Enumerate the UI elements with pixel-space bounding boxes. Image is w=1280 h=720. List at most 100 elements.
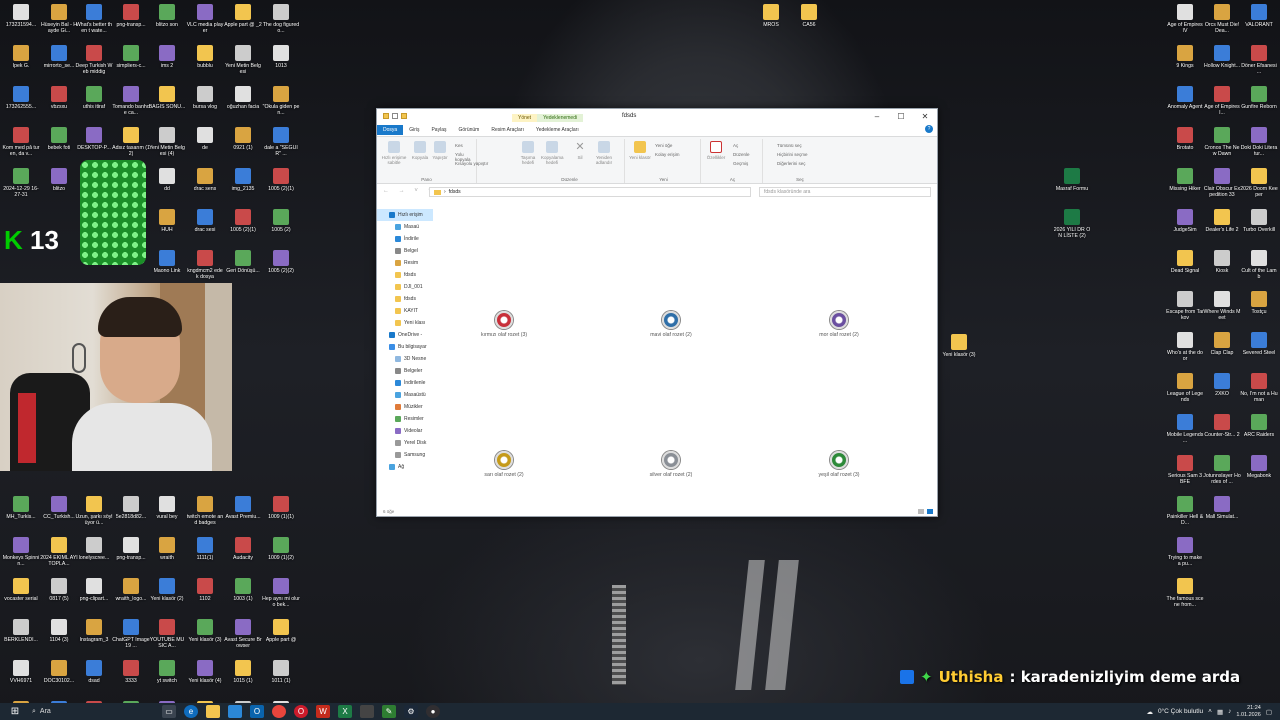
- desktop-icon[interactable]: CA56: [790, 2, 828, 43]
- title-bar[interactable]: Yönet Yedeklenemedi fdsds – ☐ ✕: [377, 109, 937, 123]
- desktop-icon[interactable]: Cult of the Lamb: [1240, 248, 1278, 289]
- nav-item[interactable]: Masaüstü: [377, 389, 433, 401]
- desktop-icon[interactable]: Mall Simulat...: [1203, 494, 1241, 535]
- desktop-icon[interactable]: JudgeSim: [1166, 207, 1204, 248]
- desktop-icon[interactable]: Instagram_3: [75, 617, 113, 658]
- file-item[interactable]: mor olaf rozet (2): [799, 311, 879, 338]
- desktop-icon[interactable]: Turbo Overkill: [1240, 207, 1278, 248]
- desktop-icon[interactable]: 1102: [186, 576, 224, 617]
- desktop-icon[interactable]: 1009 (1)(2): [262, 535, 300, 576]
- desktop-icon[interactable]: yt switch: [148, 658, 186, 699]
- desktop-icon[interactable]: Deep Turkish Web middig: [75, 43, 113, 84]
- desktop-icon[interactable]: 0921 (1): [224, 125, 262, 166]
- context-tab-manage[interactable]: Yönet: [512, 114, 538, 122]
- nav-item[interactable]: Yerel Disk: [377, 437, 433, 449]
- desktop-icon[interactable]: Audacity: [224, 535, 262, 576]
- desktop-icon[interactable]: Kom med på turen, da v...: [2, 125, 40, 166]
- desktop-icon[interactable]: Tostçu: [1240, 289, 1278, 330]
- pen-icon[interactable]: ✎: [382, 705, 396, 718]
- desktop-icon[interactable]: "Okula giden pen...: [262, 84, 300, 125]
- desktop-icon[interactable]: png-transp...: [112, 535, 150, 576]
- desktop-icon[interactable]: Hep aynı mi olur o bek...: [262, 576, 300, 617]
- desktop-icon[interactable]: dsad: [75, 658, 113, 699]
- store-icon[interactable]: [228, 705, 242, 718]
- desktop-icon[interactable]: Avast Secure Browser: [224, 617, 262, 658]
- desktop-icon[interactable]: CC_Turkish...: [40, 494, 78, 535]
- desktop-icon[interactable]: Who's at the door: [1166, 330, 1204, 371]
- desktop-icon[interactable]: Anomaly Agent: [1166, 84, 1204, 125]
- desktop-icon[interactable]: 1104 (3): [40, 617, 78, 658]
- desktop-icon[interactable]: Doki Doki Literatur...: [1240, 125, 1278, 166]
- desktop-icon[interactable]: drac sens: [186, 166, 224, 207]
- desktop-icon[interactable]: blitzo: [40, 166, 78, 207]
- tab-backup-tools[interactable]: Yedekleme Araçları: [530, 125, 585, 135]
- desktop-icon[interactable]: bebek foti: [40, 125, 78, 166]
- copy-button[interactable]: Kopyala: [409, 141, 431, 160]
- desktop-icon[interactable]: twitch emote and badges: [186, 494, 224, 535]
- new-folder-button[interactable]: Yeni klasör: [629, 141, 651, 160]
- desktop-icon[interactable]: de: [186, 125, 224, 166]
- desktop-icon[interactable]: vural bey: [148, 494, 186, 535]
- nav-item[interactable]: fdsds: [377, 269, 433, 281]
- desktop-icon[interactable]: Hollow Knight...: [1203, 43, 1241, 84]
- desktop-icon[interactable]: Where Winds Meet: [1203, 289, 1241, 330]
- nav-item[interactable]: Hızlı erişim: [377, 209, 433, 221]
- desktop-icon[interactable]: The famous scene from...: [1166, 576, 1204, 617]
- desktop-icon[interactable]: 1015 (1): [224, 658, 262, 699]
- taskbar-search[interactable]: ⌕ Ara: [32, 708, 142, 716]
- desktop-icon[interactable]: ims 2: [148, 43, 186, 84]
- desktop-icon[interactable]: simpliers-c...: [112, 43, 150, 84]
- desktop-icon[interactable]: Painkiller Hell & D...: [1166, 494, 1204, 535]
- new-item-button[interactable]: Yeni öğe: [655, 143, 672, 148]
- opera-icon[interactable]: O: [294, 705, 308, 718]
- desktop-icon[interactable]: png-clipart...: [75, 576, 113, 617]
- desktop-icon[interactable]: Jotunnslayer Hordes of ...: [1203, 453, 1241, 494]
- desktop-icon[interactable]: Uzun, şarkı söylüyor ü...: [75, 494, 113, 535]
- desktop-icon[interactable]: Severed Steel: [1240, 330, 1278, 371]
- nav-item[interactable]: İndirile: [377, 233, 433, 245]
- desktop-icon[interactable]: YOUTUBE MUSIC A...: [148, 617, 186, 658]
- start-button[interactable]: ⊞: [8, 705, 22, 718]
- desktop-icon[interactable]: Trying to make a pu...: [1166, 535, 1204, 576]
- nav-item[interactable]: Müzikler: [377, 401, 433, 413]
- select-none-button[interactable]: Hiçbirini seçme: [777, 152, 808, 157]
- desktop-icon[interactable]: BAGIS SONU...: [148, 84, 186, 125]
- desktop-icon[interactable]: 5e2818d82...: [112, 494, 150, 535]
- desktop-icon[interactable]: 1005 (2): [262, 207, 300, 248]
- nav-arrows[interactable]: ← → ˅ ↑: [383, 188, 435, 194]
- desktop-icon[interactable]: Serious Sam 3 BFE: [1166, 453, 1204, 494]
- nav-item[interactable]: Yeni klası: [377, 317, 433, 329]
- steam-icon[interactable]: ⚙: [404, 705, 418, 718]
- nav-item[interactable]: 3D Nesne: [377, 353, 433, 365]
- task-view-icon[interactable]: ▭: [162, 705, 176, 718]
- file-item[interactable]: kırmızı olaf rozet (3): [464, 311, 544, 338]
- desktop-icon[interactable]: Mobile Legends ...: [1166, 412, 1204, 453]
- desktop-icon[interactable]: Yeni klasör (3): [186, 617, 224, 658]
- desktop-icon[interactable]: VALORANT: [1240, 2, 1278, 43]
- desktop-icon[interactable]: Dead Signal: [1166, 248, 1204, 289]
- file-explorer-icon[interactable]: [206, 705, 220, 718]
- desktop-icon[interactable]: Masraf Formu: [1053, 166, 1091, 207]
- desktop-icon[interactable]: wraith: [148, 535, 186, 576]
- help-icon[interactable]: ?: [925, 125, 933, 133]
- large-icons-view-icon[interactable]: [927, 509, 933, 514]
- clock[interactable]: 21:24 1.01.2026: [1236, 705, 1260, 718]
- desktop-icon[interactable]: Clair Obscur Expedition 33: [1203, 166, 1241, 207]
- desktop-icon[interactable]: MH_Turkis...: [2, 494, 40, 535]
- desktop-icon[interactable]: 2XKO: [1203, 371, 1241, 412]
- weather-text[interactable]: 0°C Çok bulutlu: [1158, 708, 1203, 715]
- desktop-icon[interactable]: 2026 YILI DR ON LİSTE (2): [1053, 207, 1091, 248]
- desktop-icon[interactable]: mirrorto_se...: [40, 43, 78, 84]
- desktop-icon[interactable]: Cronos The New Dawn: [1203, 125, 1241, 166]
- desktop-icon[interactable]: 3333: [112, 658, 150, 699]
- obs-icon[interactable]: ●: [426, 705, 440, 718]
- nav-item[interactable]: Resim: [377, 257, 433, 269]
- desktop-icon[interactable]: Tomando banho e ca...: [112, 84, 150, 125]
- desktop-icon[interactable]: blitzo son: [148, 2, 186, 43]
- desktop-icon[interactable]: Orcs Must Die! Dea...: [1203, 2, 1241, 43]
- desktop-icon[interactable]: Monkeys Spinnin...: [2, 535, 40, 576]
- new-folder-icon[interactable]: [401, 113, 407, 119]
- desktop-icon[interactable]: 1013: [262, 43, 300, 84]
- desktop-icon[interactable]: 1005 (2)(1): [262, 166, 300, 207]
- desktop-icon[interactable]: dd: [148, 166, 186, 207]
